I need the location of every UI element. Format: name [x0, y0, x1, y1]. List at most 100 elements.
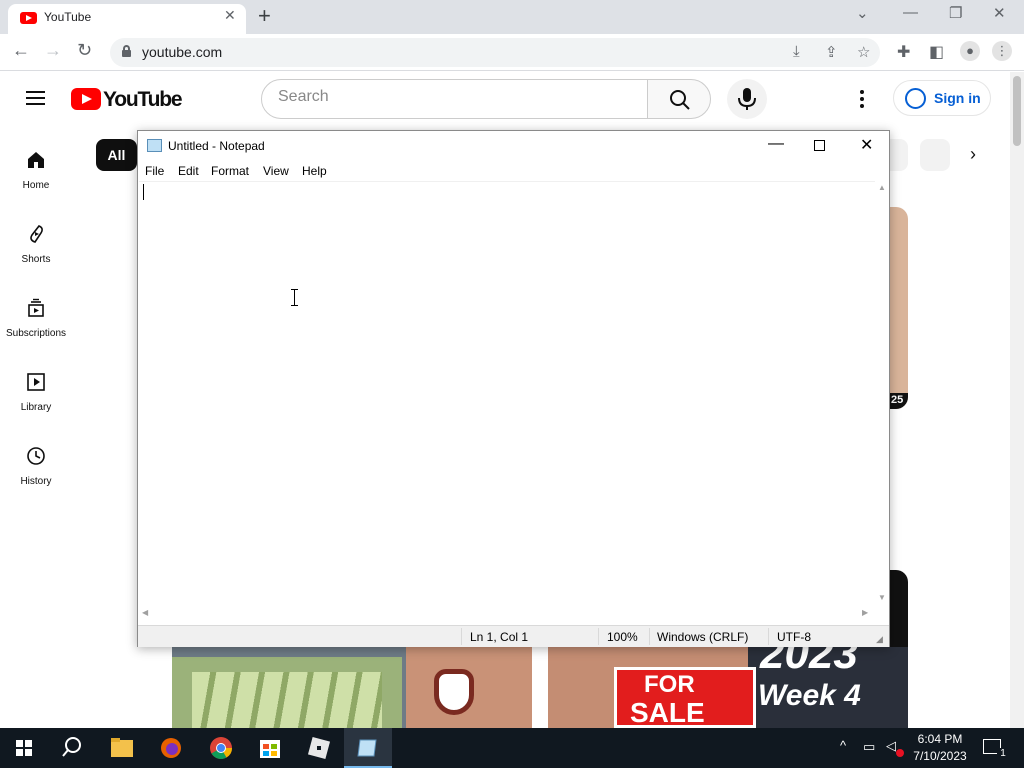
- start-button[interactable]: [0, 728, 48, 768]
- notepad-window[interactable]: Untitled - Notepad — ✕ File Edit Format …: [137, 130, 890, 647]
- page-scrollbar[interactable]: [1010, 72, 1024, 728]
- sidebar-item-label: Library: [20, 402, 52, 413]
- sidebar-item-label: Shorts: [21, 254, 51, 265]
- address-url[interactable]: youtube.com: [142, 44, 222, 60]
- status-line-ending: Windows (CRLF): [657, 630, 749, 644]
- notepad-app-icon: [147, 139, 162, 152]
- search-input[interactable]: [278, 88, 628, 106]
- folder-icon: [111, 738, 133, 757]
- back-arrow-icon[interactable]: ←: [12, 40, 30, 61]
- notepad-vertical-scrollbar[interactable]: ▲ ▼: [875, 181, 889, 607]
- sidebar-item-label: Home: [22, 180, 50, 191]
- text-cursor-icon: [290, 289, 299, 306]
- clock-time[interactable]: 6:04 PM: [910, 732, 970, 746]
- status-cursor-position: Ln 1, Col 1: [470, 630, 529, 644]
- bookmark-star-icon[interactable]: ☆: [857, 43, 870, 61]
- notepad-maximize-button[interactable]: [814, 140, 825, 151]
- scroll-down-arrow-icon[interactable]: ▼: [878, 593, 886, 602]
- taskbar-chrome[interactable]: [197, 728, 245, 768]
- resize-grip-icon[interactable]: ◢: [876, 634, 883, 645]
- volume-muted-icon[interactable]: ◁: [886, 738, 896, 754]
- subscriptions-icon: [28, 298, 44, 317]
- settings-kebab-icon[interactable]: [860, 90, 864, 108]
- taskbar-microsoft-store[interactable]: [246, 728, 294, 768]
- search-box[interactable]: [261, 79, 648, 119]
- search-button[interactable]: [647, 79, 711, 119]
- search-icon: [62, 737, 81, 757]
- side-panel-icon[interactable]: ◧: [929, 42, 944, 62]
- youtube-favicon-icon: [20, 12, 37, 24]
- video-thumbnail-partial[interactable]: 25: [890, 207, 908, 409]
- browser-minimize-button[interactable]: —: [903, 4, 918, 21]
- taskbar-search-button[interactable]: [48, 728, 96, 768]
- account-circle-icon: [905, 88, 926, 109]
- browser-restore-button[interactable]: ❐: [949, 4, 962, 22]
- taskbar-file-explorer[interactable]: [98, 728, 146, 768]
- scroll-right-arrow-icon[interactable]: ▶: [862, 608, 868, 617]
- sidebar-item-subscriptions[interactable]: Subscriptions: [0, 290, 72, 364]
- notepad-text-area[interactable]: [139, 181, 875, 607]
- scroll-left-arrow-icon[interactable]: ◀: [142, 608, 148, 617]
- address-bar[interactable]: youtube.com ⤓ ⇪ ☆: [110, 38, 880, 67]
- video-thumbnail-for-sale[interactable]: FOR SALE 2023 Week 4: [548, 647, 908, 728]
- thumb-sale-text: FOR: [644, 671, 695, 698]
- network-icon[interactable]: ▭: [863, 739, 875, 755]
- profile-avatar-icon[interactable]: ●: [960, 41, 980, 61]
- browser-tab-youtube[interactable]: YouTube ✕: [8, 4, 246, 34]
- search-icon: [670, 90, 690, 110]
- chip-all[interactable]: All: [96, 139, 137, 171]
- scroll-up-arrow-icon[interactable]: ▲: [878, 183, 886, 192]
- notepad-menu-bar: File Edit Format View Help: [138, 161, 889, 181]
- chrome-menu-kebab-icon[interactable]: ⋮: [992, 41, 1012, 61]
- clock-date[interactable]: 7/10/2023: [910, 749, 970, 763]
- new-tab-button[interactable]: +: [258, 3, 271, 29]
- sidebar-item-home[interactable]: Home: [0, 142, 72, 216]
- chip-next-chevron-icon[interactable]: ›: [970, 144, 976, 165]
- notepad-title: Untitled - Notepad: [168, 139, 265, 153]
- mute-indicator-icon: [896, 749, 904, 757]
- chip-partial[interactable]: [920, 139, 950, 171]
- browser-tab-strip: YouTube ✕ + ⌄ — ❐ ✕: [0, 0, 1024, 34]
- store-icon: [260, 740, 280, 758]
- browser-toolbar: ← → ↻ youtube.com ⤓ ⇪ ☆ ✚ ◧ ● ⋮: [0, 34, 1024, 71]
- menu-file[interactable]: File: [145, 164, 164, 178]
- sidebar-item-shorts[interactable]: Shorts: [0, 216, 72, 290]
- menu-view[interactable]: View: [263, 164, 289, 178]
- share-icon[interactable]: ⇪: [825, 43, 838, 61]
- status-encoding: UTF-8: [777, 630, 811, 644]
- sidebar-item-library[interactable]: Library: [0, 364, 72, 438]
- lock-icon[interactable]: [122, 45, 131, 57]
- extensions-puzzle-icon[interactable]: ✚: [897, 42, 910, 62]
- video-thumbnail-money[interactable]: [172, 647, 532, 728]
- tab-search-icon[interactable]: ⌄: [856, 4, 869, 22]
- voice-search-button[interactable]: [727, 79, 767, 119]
- status-zoom: 100%: [607, 630, 638, 644]
- taskbar-notepad[interactable]: [344, 728, 392, 768]
- tab-close-button[interactable]: ✕: [224, 7, 236, 24]
- notepad-close-button[interactable]: ✕: [860, 135, 873, 155]
- menu-format[interactable]: Format: [211, 164, 249, 178]
- reload-icon[interactable]: ↻: [77, 40, 92, 61]
- notepad-minimize-button[interactable]: —: [768, 135, 784, 153]
- chrome-icon: [210, 737, 232, 759]
- notepad-status-bar: Ln 1, Col 1 100% Windows (CRLF) UTF-8 ◢: [138, 625, 889, 647]
- browser-close-button[interactable]: ✕: [993, 4, 1006, 22]
- menu-help[interactable]: Help: [302, 164, 327, 178]
- firefox-icon: [161, 738, 181, 758]
- show-hidden-icons-chevron-icon[interactable]: ^: [840, 738, 846, 753]
- sidebar-item-label: Subscriptions: [5, 328, 67, 339]
- sidebar-item-history[interactable]: History: [0, 438, 72, 512]
- sign-in-button[interactable]: Sign in: [893, 80, 991, 116]
- video-thumbnail-partial[interactable]: [890, 570, 908, 647]
- thumb-year-text: 2023: [760, 647, 858, 678]
- notepad-horizontal-scrollbar[interactable]: ◀ ▶: [138, 607, 875, 621]
- forward-arrow-icon[interactable]: →: [44, 40, 62, 61]
- taskbar-firefox[interactable]: [147, 728, 195, 768]
- menu-edit[interactable]: Edit: [178, 164, 199, 178]
- windows-taskbar: ^ ▭ ◁ 6:04 PM 7/10/2023 1: [0, 728, 1024, 768]
- home-icon: [28, 152, 44, 168]
- guide-menu-icon[interactable]: [26, 91, 45, 105]
- install-app-icon[interactable]: ⤓: [793, 43, 800, 60]
- taskbar-roblox[interactable]: [295, 728, 343, 768]
- notepad-title-bar[interactable]: Untitled - Notepad — ✕: [138, 131, 889, 161]
